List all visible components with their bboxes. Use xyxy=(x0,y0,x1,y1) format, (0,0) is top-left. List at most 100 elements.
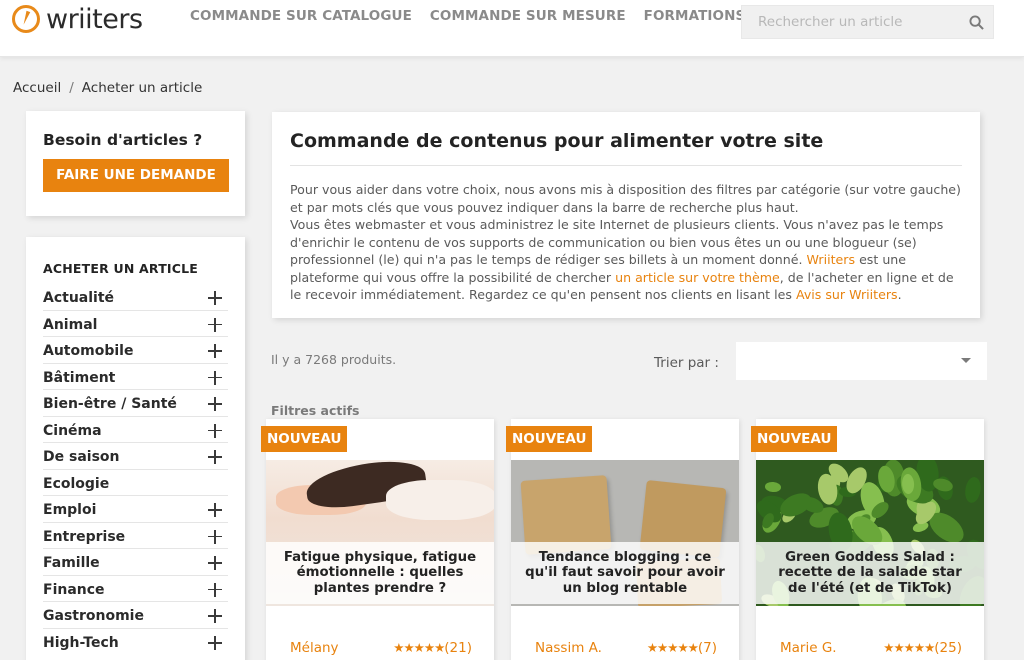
product-rating: ★★★★★(21) xyxy=(393,640,472,656)
request-button[interactable]: FAIRE UNE DEMANDE xyxy=(43,159,229,192)
category-label[interactable]: Cinéma xyxy=(43,423,102,439)
category-label[interactable]: Entreprise xyxy=(43,529,125,545)
category-label[interactable]: Bien-être / Santé xyxy=(43,396,177,412)
category-item[interactable]: Ecologie xyxy=(43,470,228,496)
category-item[interactable]: Automobile xyxy=(43,337,228,364)
category-item[interactable]: High-Tech xyxy=(43,629,228,656)
product-title[interactable]: Fatigue physique, fatigue émotionnelle :… xyxy=(280,550,480,597)
product-rating: ★★★★★(25) xyxy=(883,640,962,656)
main-nav: COMMANDE SUR CATALOGUE COMMANDE SUR MESU… xyxy=(190,8,745,24)
category-label[interactable]: Gastronomie xyxy=(43,608,144,624)
category-item[interactable]: Bâtiment xyxy=(43,364,228,390)
category-item[interactable]: Bien-être / Santé xyxy=(43,390,228,417)
wriiters-link[interactable]: Wriiters xyxy=(807,252,856,267)
product-card[interactable]: Green Goddess Salad : recette de la sala… xyxy=(751,419,984,660)
stars-icon: ★★★★★ xyxy=(646,640,699,655)
category-item[interactable]: Cinéma xyxy=(43,417,228,443)
nav-formations[interactable]: FORMATIONS xyxy=(644,8,746,24)
plus-icon[interactable] xyxy=(208,582,222,597)
product-footer: Nassim A. ★★★★★(7) xyxy=(535,640,717,656)
category-item[interactable]: Emploi xyxy=(43,496,228,523)
product-author[interactable]: Nassim A. xyxy=(535,640,602,656)
plus-icon[interactable] xyxy=(208,529,222,544)
intro-text: Pour vous aider dans votre choix, nous a… xyxy=(290,181,962,304)
new-badge: NOUVEAU xyxy=(506,426,593,452)
product-title-overlay: Fatigue physique, fatigue émotionnelle :… xyxy=(266,542,494,604)
need-articles-card: Besoin d'articles ? FAIRE UNE DEMANDE xyxy=(26,111,245,216)
category-label[interactable]: Bâtiment xyxy=(43,370,115,386)
category-label[interactable]: Emploi xyxy=(43,502,96,518)
review-count: (25) xyxy=(934,640,962,656)
plus-icon[interactable] xyxy=(208,344,222,359)
product-image[interactable]: Fatigue physique, fatigue émotionnelle :… xyxy=(266,460,494,606)
intro-card: Commande de contenus pour alimenter votr… xyxy=(272,112,980,318)
category-item[interactable]: Gastronomie xyxy=(43,602,228,629)
stars-icon: ★★★★★ xyxy=(883,640,935,655)
plus-icon[interactable] xyxy=(208,370,222,385)
category-item[interactable]: Animal xyxy=(43,311,228,337)
category-label[interactable]: Famille xyxy=(43,555,100,571)
category-item[interactable]: Actualité xyxy=(43,284,228,311)
image-shape xyxy=(963,476,983,504)
new-badge: NOUVEAU xyxy=(261,426,348,452)
review-count: (21) xyxy=(444,640,472,656)
product-image[interactable]: Tendance blogging : ce qu'il faut savoir… xyxy=(511,460,739,606)
plus-icon[interactable] xyxy=(208,503,222,518)
site-header: wriiters COMMANDE SUR CATALOGUE COMMANDE… xyxy=(0,0,1024,57)
intro-paragraph-2-end: . xyxy=(897,287,902,302)
product-rating: ★★★★★(7) xyxy=(647,640,717,656)
category-item[interactable]: Famille xyxy=(43,549,228,576)
category-label[interactable]: Finance xyxy=(43,582,105,598)
intro-paragraph-1: Pour vous aider dans votre choix, nous a… xyxy=(290,182,961,215)
nav-commande-catalogue[interactable]: COMMANDE SUR CATALOGUE xyxy=(190,8,412,24)
plus-icon[interactable] xyxy=(208,556,222,571)
chevron-down-icon xyxy=(961,358,971,363)
new-badge: NOUVEAU xyxy=(751,426,838,452)
product-author[interactable]: Mélany xyxy=(290,640,339,656)
plus-icon[interactable] xyxy=(208,291,222,306)
category-label[interactable]: Animal xyxy=(43,317,97,333)
product-image[interactable]: Green Goddess Salad : recette de la sala… xyxy=(756,460,984,606)
plus-icon[interactable] xyxy=(208,397,222,412)
categories-card: ACHETER UN ARTICLE Actualité Animal Automo… xyxy=(26,237,245,660)
stars-icon: ★★★★★ xyxy=(393,640,445,655)
plus-icon[interactable] xyxy=(208,636,222,651)
sort-select[interactable] xyxy=(736,342,987,380)
categories-heading: ACHETER UN ARTICLE xyxy=(43,261,199,276)
plus-icon[interactable] xyxy=(208,450,222,465)
product-title-overlay: Tendance blogging : ce qu'il faut savoir… xyxy=(511,542,739,604)
product-title-overlay: Green Goddess Salad : recette de la sala… xyxy=(756,542,984,604)
product-footer: Marie G. ★★★★★(25) xyxy=(780,640,962,656)
product-title[interactable]: Tendance blogging : ce qu'il faut savoir… xyxy=(525,550,725,597)
plus-icon[interactable] xyxy=(208,423,222,438)
category-label[interactable]: Ecologie xyxy=(43,476,109,492)
reviews-link[interactable]: Avis sur Wriiters xyxy=(796,287,898,302)
article-theme-link[interactable]: un article sur votre thème xyxy=(615,270,780,285)
product-title[interactable]: Green Goddess Salad : recette de la sala… xyxy=(770,550,970,597)
logo[interactable]: wriiters xyxy=(12,3,143,35)
search-icon[interactable] xyxy=(969,15,984,30)
logo-text: wriiters xyxy=(46,3,143,35)
product-card[interactable]: Tendance blogging : ce qu'il faut savoir… xyxy=(506,419,739,660)
image-shape xyxy=(901,473,915,495)
category-label[interactable]: Automobile xyxy=(43,343,133,359)
nav-commande-mesure[interactable]: COMMANDE SUR MESURE xyxy=(430,8,626,24)
need-articles-title: Besoin d'articles ? xyxy=(43,131,203,149)
product-card[interactable]: Fatigue physique, fatigue émotionnelle :… xyxy=(261,419,494,660)
breadcrumb-home[interactable]: Accueil xyxy=(13,80,61,96)
category-item[interactable]: Finance xyxy=(43,576,228,602)
breadcrumb: Accueil / Acheter un article xyxy=(13,80,202,96)
category-item[interactable]: Entreprise xyxy=(43,523,228,549)
category-item[interactable]: De saison xyxy=(43,443,228,470)
category-label[interactable]: High-Tech xyxy=(43,635,119,651)
search-input[interactable] xyxy=(742,6,952,38)
category-label[interactable]: De saison xyxy=(43,449,120,465)
product-author[interactable]: Marie G. xyxy=(780,640,837,656)
logo-mark-icon xyxy=(12,5,40,33)
plus-icon[interactable] xyxy=(208,609,222,624)
plus-icon[interactable] xyxy=(208,317,222,332)
intro-title: Commande de contenus pour alimenter votr… xyxy=(290,130,962,166)
category-label[interactable]: Actualité xyxy=(43,290,114,306)
review-count: (7) xyxy=(697,640,717,656)
category-list: Actualité Animal Automobile Bâtiment Bien-êt… xyxy=(43,284,228,655)
